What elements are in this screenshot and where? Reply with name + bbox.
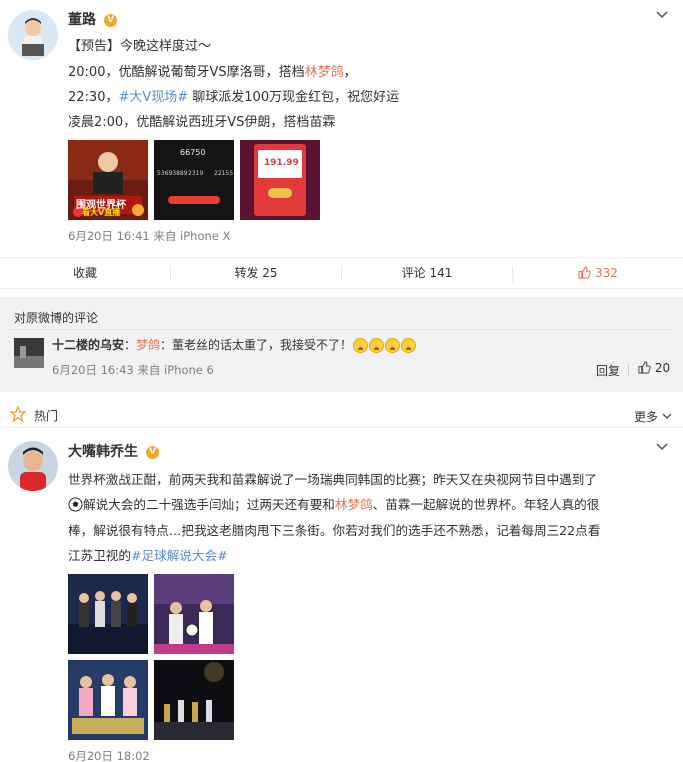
post2-image-3[interactable]: [68, 660, 148, 740]
post-line-3-tail: 聊球派发100万现金红包，祝您好运: [188, 90, 400, 105]
hot-section-header: 热门 更多: [0, 401, 683, 428]
post-line-3: 22:30，#大V现场# 聊球派发100万现金红包，祝您好运: [68, 85, 399, 110]
soccer-ball-icon: [68, 497, 83, 512]
chevron-down-icon[interactable]: [655, 8, 671, 24]
image-2-button: [168, 196, 220, 204]
comment-row: 十二楼的乌安：梦鸽：董老丝的话太重了，我接受不了！: [52, 336, 417, 354]
like-button[interactable]: 332: [513, 258, 683, 288]
crying-emoji-icon: [353, 338, 369, 353]
author-avatar[interactable]: [8, 441, 58, 491]
thumbs-up-icon: [638, 361, 651, 374]
mention-link[interactable]: 林梦鸽: [335, 497, 373, 512]
post-image-3[interactable]: 191.99: [240, 140, 320, 220]
comments-header: 对原微博的评论: [14, 311, 99, 325]
image-1-caption-2: 看大V直播: [82, 208, 121, 217]
image-2-stat: 22155: [214, 170, 234, 177]
chevron-down-icon[interactable]: [655, 440, 671, 456]
comment-like-button[interactable]: 20: [638, 361, 670, 375]
image-2-stat: 2319: [188, 170, 204, 177]
comment-text: ：董老丝的话太重了，我接受不了！: [160, 338, 353, 352]
post-image-2[interactable]: 66750 53693889 2319 22155: [154, 140, 234, 220]
crying-emoji-icon: [369, 338, 385, 353]
more-button[interactable]: 更多: [634, 408, 672, 425]
thumbs-up-icon: [578, 266, 591, 279]
divider: [628, 364, 629, 376]
author-name[interactable]: 大嘴韩乔生: [68, 444, 138, 460]
post2-line-2-tail: 、苗霖一起解说的世界杯。年轻人真的很: [372, 497, 600, 512]
crying-emoji-icon: [385, 338, 401, 353]
post-image-1[interactable]: 围观世界杯 看大V直播: [68, 140, 148, 220]
comments-header-divider: [10, 329, 673, 330]
author-row: 大嘴韩乔生 V: [68, 442, 160, 462]
comment-button[interactable]: 评论 141: [342, 258, 512, 288]
mention-link[interactable]: 林梦鸽: [305, 65, 344, 80]
post-line-1: 【预告】今晚这样度过～: [68, 39, 212, 54]
topic-link[interactable]: #足球解说大会#: [131, 548, 228, 563]
topic-link[interactable]: #大V现场#: [118, 90, 188, 105]
repost-button[interactable]: 转发 25: [171, 258, 341, 288]
favorite-button[interactable]: 收藏: [0, 258, 170, 288]
original-comments-panel: 对原微博的评论 十二楼的乌安：梦鸽：董老丝的话太重了，我接受不了！ 6月20日 …: [0, 297, 683, 392]
image-3-amount: 191.99: [264, 158, 299, 168]
more-label: 更多: [634, 410, 659, 424]
post2-line-3: 棒，解说很有特点…把我这老腊肉甩下三条街。你若对我们的选手还不熟悉，记着每周三2…: [68, 523, 601, 538]
commenter-avatar[interactable]: [14, 338, 44, 368]
author-row: 董路 V: [68, 10, 118, 30]
like-count: 332: [594, 266, 618, 280]
hot-label: 热门: [34, 409, 59, 423]
crying-emoji-icon: [401, 338, 417, 353]
hot-star-icon: [10, 406, 26, 422]
post2-image-4[interactable]: [154, 660, 234, 740]
post2-line-4-text: 江苏卫视的: [68, 548, 131, 563]
verified-badge-icon: V: [104, 14, 118, 27]
chevron-down-icon: [662, 413, 672, 419]
post2-meta: 6月20日 18:02: [68, 749, 150, 762]
post2-line-4: 江苏卫视的#足球解说大会#: [68, 543, 228, 568]
commenter-name[interactable]: 十二楼的乌安: [52, 338, 124, 352]
comment-colon: ：: [124, 338, 137, 352]
comment-mention[interactable]: 梦鸽: [136, 338, 160, 352]
post2-line-2-text: 解说大会的二十强选手闫灿；过两天还有要和: [83, 497, 335, 512]
comment-reply-button[interactable]: 回复: [596, 362, 620, 379]
post2-image-1[interactable]: [68, 574, 148, 654]
post2-image-2[interactable]: [154, 574, 234, 654]
comment-like-count: 20: [654, 361, 671, 375]
verified-badge-icon: V: [146, 446, 160, 459]
post-line-4: 凌晨2:00，优酷解说西班牙VS伊朗，搭档苗霖: [68, 115, 336, 130]
post2-line-1: 世界杯激战正酣，前两天我和苗霖解说了一场瑞典同韩国的比赛；昨天又在央视网节目中遇…: [68, 472, 597, 487]
post-meta: 6月20日 16:41 来自 iPhone X: [68, 229, 231, 243]
post-line-2-tail: ，: [343, 65, 357, 80]
author-name[interactable]: 董路: [68, 12, 96, 28]
post-toolbar: 收藏 转发 25 评论 141 332: [0, 257, 683, 289]
post-line-2-text: 20:00，优酷解说葡萄牙VS摩洛哥，搭档: [68, 65, 305, 80]
image-2-big-number: 66750: [180, 148, 206, 157]
comment-meta: 6月20日 16:43 来自 iPhone 6: [52, 363, 214, 377]
author-avatar[interactable]: [8, 10, 58, 60]
post-line-2: 20:00，优酷解说葡萄牙VS摩洛哥，搭档林梦鸽，: [68, 60, 357, 85]
post-line-3-text: 22:30，: [68, 90, 119, 105]
post2-line-2: 解说大会的二十强选手闫灿；过两天还有要和林梦鸽、苗霖一起解说的世界杯。年轻人真的…: [68, 492, 599, 517]
image-2-stat: 53693889: [157, 170, 188, 177]
